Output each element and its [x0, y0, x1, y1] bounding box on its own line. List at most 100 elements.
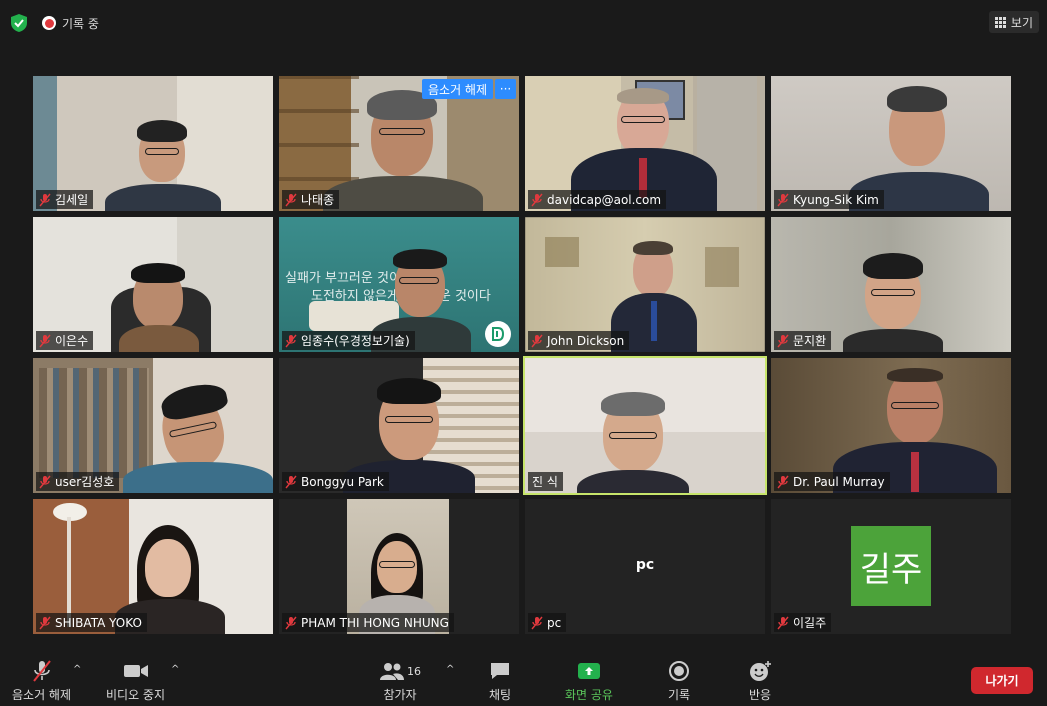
- participant-name: John Dickson: [547, 333, 625, 348]
- participant-tile[interactable]: SHIBATA YOKO: [33, 499, 273, 634]
- mic-muted-icon: [777, 334, 789, 348]
- recording-label: 기록 중: [62, 16, 99, 31]
- participant-tile[interactable]: 김세일: [33, 76, 273, 211]
- unmute-request-button[interactable]: 음소거 해제: [421, 79, 493, 99]
- participant-name: 진 식: [532, 475, 558, 489]
- recording-indicator[interactable]: 기록 중: [42, 13, 99, 33]
- mic-muted-icon: [39, 334, 51, 348]
- avatar: 길주: [851, 526, 931, 606]
- mic-muted-icon: [285, 193, 297, 207]
- participant-name-bar: 임종수(우경정보기술): [282, 331, 415, 350]
- view-button[interactable]: 보기: [988, 11, 1039, 33]
- participant-name: user김성호: [55, 475, 115, 489]
- participant-tile[interactable]: PHAM THI HONG NHUNG: [279, 499, 519, 634]
- company-logo-icon: [485, 321, 511, 347]
- record-icon: [668, 658, 690, 684]
- participant-tile[interactable]: Kyung-Sik Kim: [771, 76, 1011, 211]
- mic-muted-icon: [531, 616, 543, 630]
- audio-options-chevron-icon[interactable]: ^: [73, 664, 81, 675]
- participant-tile[interactable]: pc pc: [525, 499, 765, 634]
- recording-icon: [42, 16, 56, 30]
- mic-muted-icon: [285, 475, 297, 489]
- participant-name-bar: John Dickson: [528, 331, 630, 350]
- reactions-label: 반응: [748, 688, 772, 702]
- participant-name: 문지환: [793, 334, 827, 348]
- mic-muted-icon: [39, 475, 51, 489]
- emoji-reaction-icon: [748, 658, 772, 684]
- mic-muted-icon: [39, 193, 51, 207]
- participant-name-bar: SHIBATA YOKO: [36, 613, 147, 632]
- participant-name: 이길주: [793, 616, 827, 630]
- share-screen-button[interactable]: 화면 공유: [565, 658, 613, 703]
- mic-muted-icon: [531, 193, 543, 207]
- participant-name: 임종수(우경정보기술): [301, 334, 410, 348]
- participant-tile-active-speaker[interactable]: 진 식: [523, 356, 767, 495]
- participant-tile[interactable]: Bonggyu Park: [279, 358, 519, 493]
- video-grid: 김세일 음소거 해제 ··· 나태종 davidcap@aol.com Kyun…: [33, 76, 1012, 634]
- participant-name-bar: 진 식: [528, 472, 563, 491]
- stop-video-button[interactable]: 비디오 중지: [106, 658, 165, 703]
- participant-name-bar: 이은수: [36, 331, 94, 350]
- participant-tile[interactable]: 이은수: [33, 217, 273, 352]
- chat-bubble-icon: [489, 658, 511, 684]
- participants-button[interactable]: 16 참가자: [379, 658, 421, 703]
- participant-tile[interactable]: Dr. Paul Murray: [771, 358, 1011, 493]
- participant-name-bar: pc: [528, 613, 567, 632]
- record-label: 기록: [668, 688, 691, 702]
- share-screen-label: 화면 공유: [565, 688, 613, 702]
- security-shield-icon[interactable]: [8, 12, 30, 34]
- leave-meeting-button[interactable]: 나가기: [971, 667, 1033, 694]
- participant-tile[interactable]: 길주 이길주: [771, 499, 1011, 634]
- participant-name: SHIBATA YOKO: [55, 615, 142, 630]
- mic-muted-icon: [777, 616, 789, 630]
- mic-muted-icon: [531, 334, 543, 348]
- mic-muted-icon: [39, 616, 51, 630]
- participants-count: 16: [407, 664, 421, 678]
- participant-name-bar: PHAM THI HONG NHUNG: [282, 613, 454, 632]
- share-screen-icon: [577, 658, 601, 684]
- mic-muted-icon: [777, 193, 789, 207]
- video-camera-icon: [123, 658, 149, 684]
- unmute-button[interactable]: 음소거 해제: [12, 658, 71, 703]
- mic-muted-icon: [285, 334, 297, 348]
- participant-name-bar: Kyung-Sik Kim: [774, 190, 884, 209]
- view-label: 보기: [1010, 15, 1033, 30]
- participant-name-bar: 문지환: [774, 331, 832, 350]
- participant-tile[interactable]: 실패가 부끄러운 것이 아니라 도전하지 않은게 부끄러운 것이다 임종수(우경…: [279, 217, 519, 352]
- record-button[interactable]: 기록: [668, 658, 690, 703]
- more-options-button[interactable]: ···: [495, 79, 516, 99]
- participant-tile[interactable]: 문지환: [771, 217, 1011, 352]
- participants-options-chevron-icon[interactable]: ^: [446, 664, 454, 675]
- participant-name: Dr. Paul Murray: [793, 474, 885, 489]
- participant-name-bar: Dr. Paul Murray: [774, 472, 890, 491]
- participant-tile[interactable]: davidcap@aol.com: [525, 76, 765, 211]
- chat-button[interactable]: 채팅: [489, 658, 511, 703]
- participant-tile[interactable]: John Dickson: [525, 217, 765, 352]
- participant-tile[interactable]: user김성호: [33, 358, 273, 493]
- participant-name: Kyung-Sik Kim: [793, 192, 879, 207]
- stop-video-label: 비디오 중지: [106, 688, 166, 702]
- unmute-label: 음소거 해제: [12, 688, 72, 702]
- reactions-button[interactable]: 반응: [748, 658, 772, 703]
- participant-name-bar: davidcap@aol.com: [528, 190, 667, 209]
- participant-name-bar: Bonggyu Park: [282, 472, 389, 491]
- participant-name-bar: 이길주: [774, 613, 832, 632]
- chat-label: 채팅: [489, 688, 512, 702]
- participants-label: 참가자: [383, 688, 417, 702]
- participant-name: PHAM THI HONG NHUNG: [301, 615, 449, 630]
- video-options-chevron-icon[interactable]: ^: [171, 664, 179, 675]
- participant-name: Bonggyu Park: [301, 474, 384, 489]
- grid-view-icon: [994, 16, 1006, 28]
- participant-center-name: pc: [635, 557, 655, 573]
- mic-muted-icon: [31, 658, 53, 684]
- participant-name-bar: user김성호: [36, 472, 120, 491]
- participant-name: 나태종: [301, 193, 335, 207]
- participant-name: pc: [547, 615, 562, 630]
- meeting-toolbar: 음소거 해제 ^ 비디오 중지 ^ 16 참가자 ^ 채팅 화면 공유 기록 반…: [0, 650, 1047, 706]
- participant-name: 김세일: [55, 193, 89, 207]
- top-bar: 기록 중 보기: [0, 0, 1047, 46]
- participant-name-bar: 김세일: [36, 190, 94, 209]
- participant-name: 이은수: [55, 334, 89, 348]
- participant-tile[interactable]: 음소거 해제 ··· 나태종: [279, 76, 519, 211]
- mic-muted-icon: [777, 475, 789, 489]
